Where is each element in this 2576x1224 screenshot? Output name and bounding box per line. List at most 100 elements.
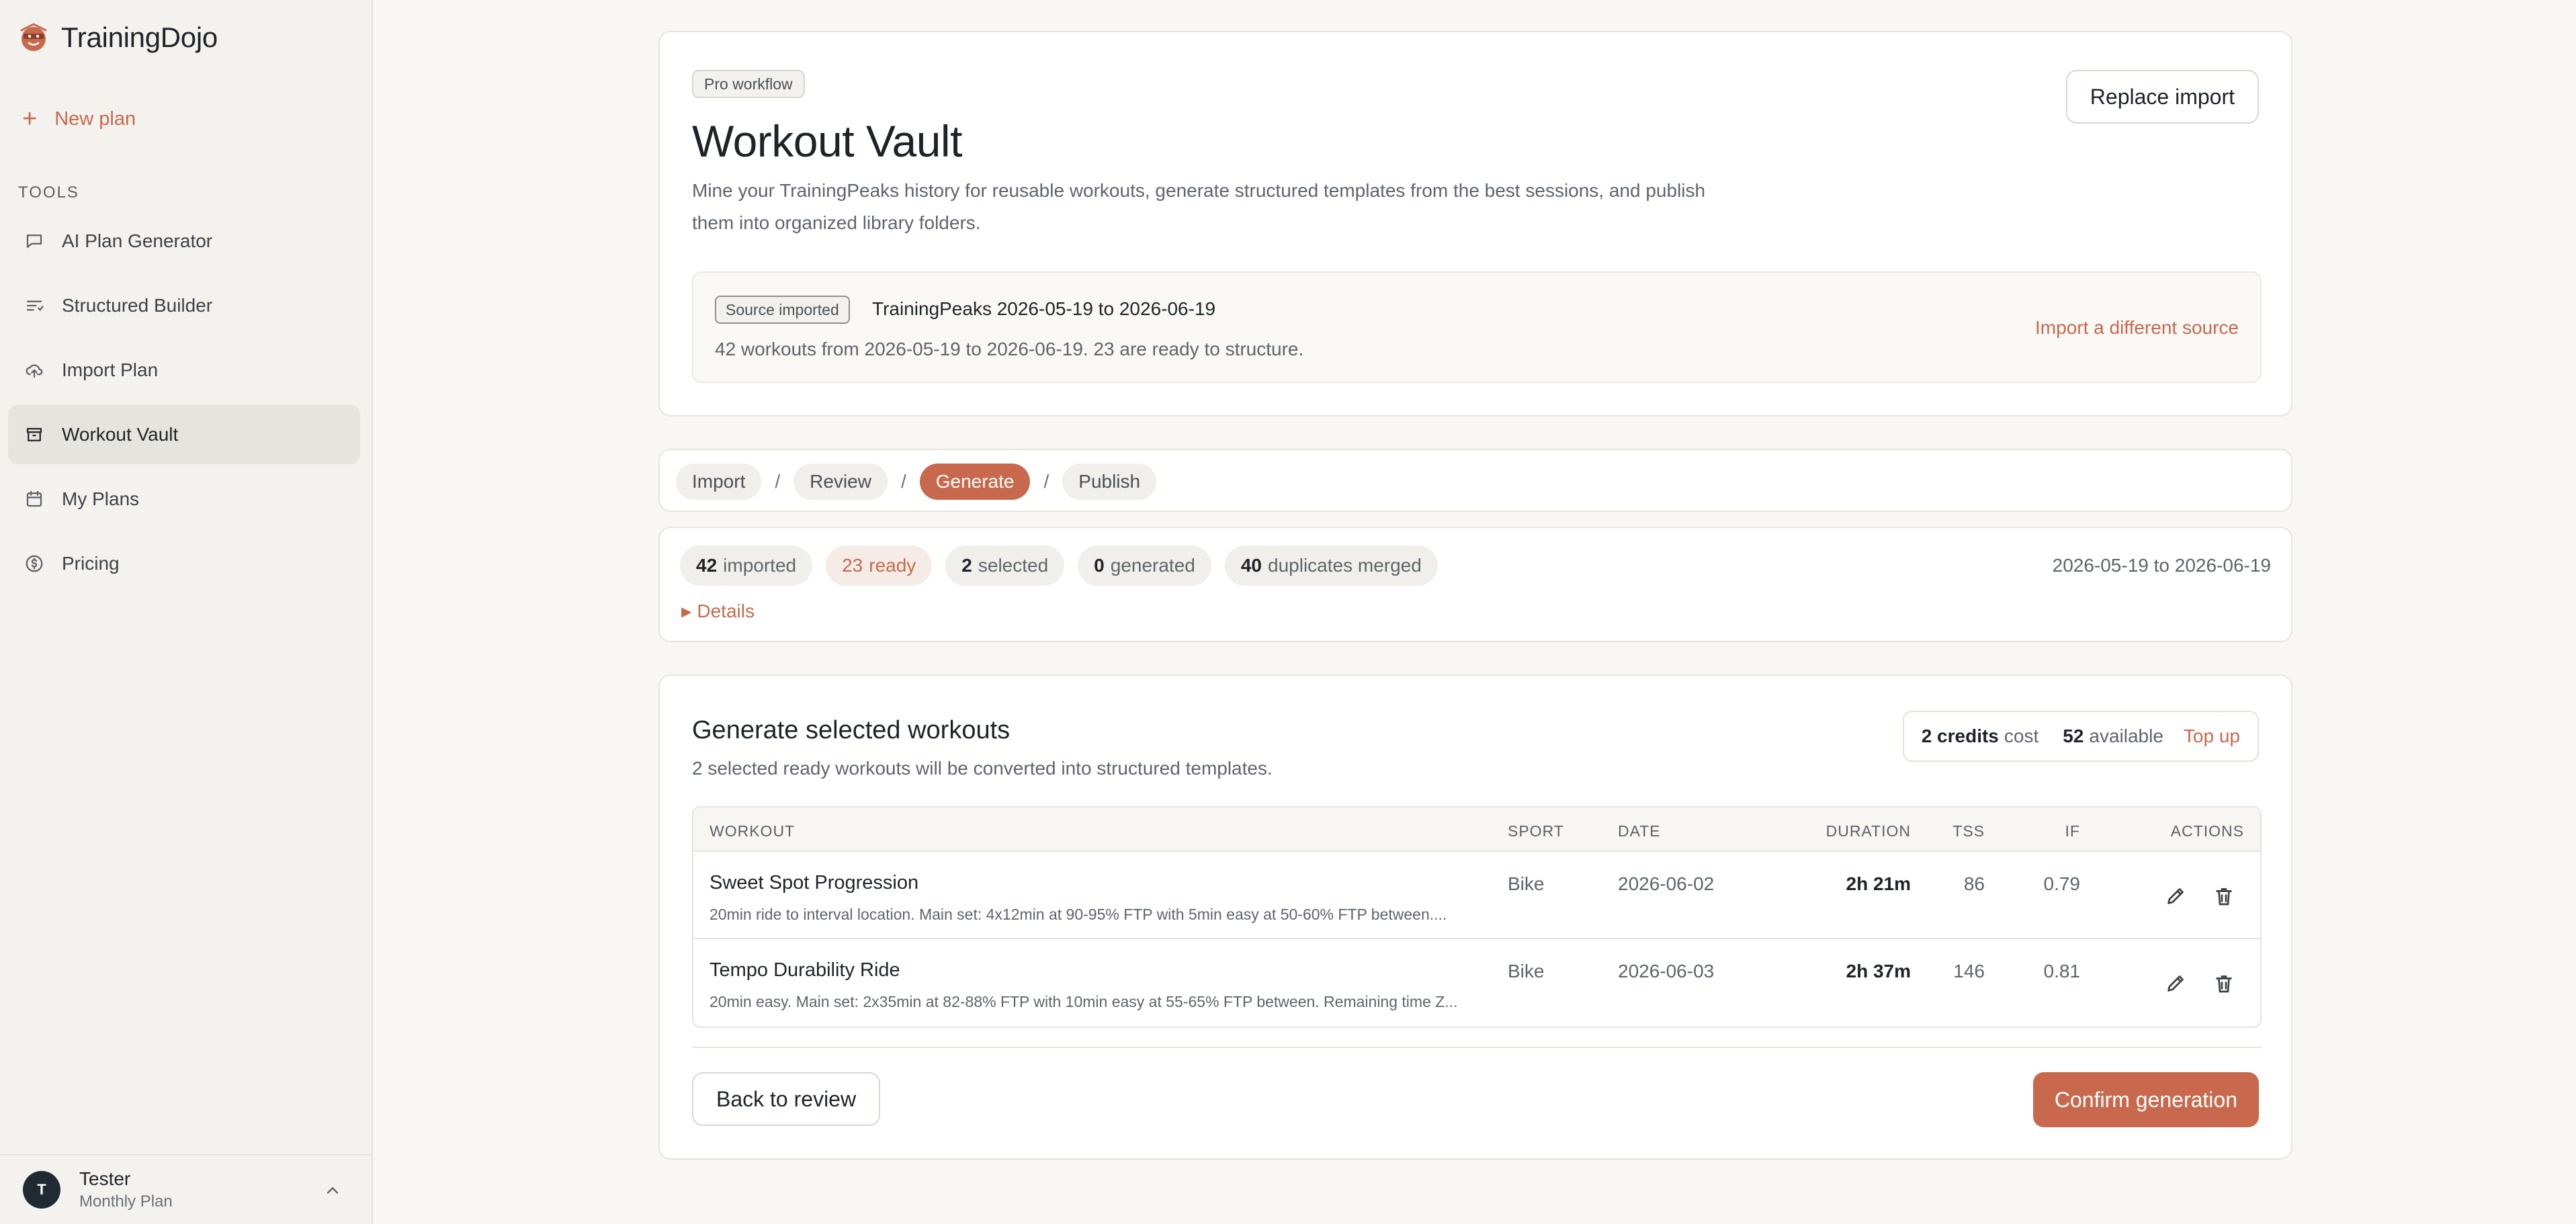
workout-duration: 2h 21m <box>1846 873 1912 894</box>
vault-header-card: Pro workflow Workout Vault Mine your Tra… <box>658 31 2292 417</box>
credits-available-label: available <box>2089 726 2163 746</box>
step-publish[interactable]: Publish <box>1062 464 1157 500</box>
table-row: Tempo Durability Ride 20min easy. Main s… <box>693 939 2260 1026</box>
credits-available-value: 52 <box>2063 726 2084 746</box>
stat-count: 42 <box>696 555 718 576</box>
workout-if: 0.79 <box>2043 873 2081 894</box>
stat-label: generated <box>1110 555 1195 576</box>
column-duration: DURATION <box>1826 822 1911 840</box>
sidebar-item-label: Import Plan <box>62 359 159 380</box>
table-row: Sweet Spot Progression 20min ride to int… <box>693 852 2260 939</box>
step-separator: / <box>900 471 906 492</box>
new-plan-label: New plan <box>54 107 136 130</box>
column-tss: TSS <box>1952 822 1985 840</box>
workout-if: 0.81 <box>2043 961 2081 981</box>
top-up-link[interactable]: Top up <box>2184 726 2240 747</box>
column-if: IF <box>2065 822 2080 840</box>
new-plan-button[interactable]: + New plan <box>22 106 136 132</box>
tools-section-label: TOOLS <box>18 183 79 202</box>
column-sport: SPORT <box>1508 822 1564 840</box>
generate-card: Generate selected workouts 2 selected re… <box>658 674 2292 1160</box>
calendar-icon <box>26 490 42 507</box>
sidebar-item-structured-builder[interactable]: Structured Builder <box>8 276 360 335</box>
step-import[interactable]: Import <box>676 464 762 500</box>
stat-count: 23 <box>842 555 863 576</box>
sidebar: TrainingDojo + New plan TOOLS AI Plan Ge… <box>0 0 373 1224</box>
user-plan: Monthly Plan <box>79 1192 173 1211</box>
stat-ready: 23 ready <box>826 545 933 586</box>
dojo-logo-icon <box>20 23 47 51</box>
sidebar-item-ai-plan-generator[interactable]: AI Plan Generator <box>8 212 360 271</box>
step-separator: / <box>1043 471 1049 492</box>
workout-name: Sweet Spot Progression <box>710 872 919 893</box>
column-actions: ACTIONS <box>2170 822 2244 840</box>
trash-icon[interactable] <box>2212 884 2236 908</box>
stat-generated: 0 generated <box>1078 545 1211 586</box>
brand[interactable]: TrainingDojo <box>18 21 218 54</box>
workout-duration: 2h 37m <box>1846 961 1912 981</box>
sidebar-item-label: My Plans <box>62 488 140 509</box>
workouts-table: WORKOUT SPORT DATE DURATION TSS IF ACTIO… <box>692 806 2262 1028</box>
sidebar-item-pricing[interactable]: Pricing <box>8 534 360 593</box>
stat-label: ready <box>869 555 916 576</box>
stat-count: 2 <box>961 555 972 576</box>
sidebar-item-workout-vault[interactable]: Workout Vault <box>8 405 360 464</box>
stat-count: 0 <box>1094 555 1105 576</box>
source-panel: Source imported TrainingPeaks 2026-05-19… <box>692 271 2262 383</box>
import-different-source-link[interactable]: Import a different source <box>2035 317 2239 339</box>
credits-cost-label: cost <box>2004 726 2039 746</box>
cloud-upload-icon <box>26 364 43 378</box>
pro-workflow-badge: Pro workflow <box>692 70 805 98</box>
sidebar-item-import-plan[interactable]: Import Plan <box>8 341 360 400</box>
generate-title: Generate selected workouts <box>692 716 1011 744</box>
archive-icon <box>26 428 42 441</box>
pencil-icon[interactable] <box>2163 971 2188 996</box>
credits-panel: 2 credits cost 52 available Top up <box>1902 711 2259 762</box>
details-toggle[interactable]: ▶ Details <box>681 601 755 622</box>
avatar: T <box>23 1171 60 1209</box>
confirm-generation-button[interactable]: Confirm generation <box>2032 1072 2259 1127</box>
trash-icon[interactable] <box>2212 971 2236 996</box>
sidebar-item-label: Workout Vault <box>62 424 179 445</box>
stats-card: 42 imported 23 ready 2 selected 0 generated … <box>658 527 2292 642</box>
step-review[interactable]: Review <box>793 464 888 500</box>
stat-label: imported <box>723 555 797 576</box>
user-info: Tester Monthly Plan <box>79 1168 173 1211</box>
user-menu[interactable]: T Tester Monthly Plan <box>0 1154 372 1224</box>
triangle-right-icon: ▶ <box>681 604 692 619</box>
table-header: WORKOUT SPORT DATE DURATION TSS IF ACTIO… <box>693 807 2260 852</box>
stat-imported: 42 imported <box>680 545 813 586</box>
pencil-icon[interactable] <box>2163 884 2188 908</box>
workout-tss: 86 <box>1963 873 1985 894</box>
generate-subtitle: 2 selected ready workouts will be conver… <box>692 758 1273 779</box>
workflow-steps-card: Import / Review / Generate / Publish <box>658 449 2292 512</box>
stat-label: selected <box>978 555 1049 576</box>
workout-sport: Bike <box>1508 961 1545 981</box>
workout-date: 2026-06-03 <box>1618 961 1715 981</box>
brand-name: TrainingDojo <box>61 21 218 53</box>
divider <box>692 1047 2262 1048</box>
stat-selected: 2 selected <box>945 545 1065 586</box>
dollar-icon <box>26 555 43 572</box>
date-range: 2026-05-19 to 2026-06-19 <box>2052 555 2271 576</box>
step-generate[interactable]: Generate <box>919 464 1031 500</box>
plus-icon: + <box>22 105 38 133</box>
sidebar-item-label: Pricing <box>62 553 120 574</box>
chevron-up-icon[interactable] <box>323 1181 342 1200</box>
workout-name: Tempo Durability Ride <box>710 959 900 981</box>
sidebar-item-label: Structured Builder <box>62 295 213 316</box>
sidebar-nav: AI Plan Generator Structured Builder Imp… <box>8 212 360 599</box>
stat-duplicates: 40 duplicates merged <box>1224 545 1438 586</box>
details-label: Details <box>697 601 755 621</box>
column-date: DATE <box>1618 822 1661 840</box>
sidebar-item-my-plans[interactable]: My Plans <box>8 470 360 529</box>
back-to-review-button[interactable]: Back to review <box>692 1072 881 1126</box>
workout-date: 2026-06-02 <box>1618 873 1715 894</box>
stat-count: 40 <box>1240 555 1262 576</box>
page-description: Mine your TrainingPeaks history for reus… <box>692 180 1706 233</box>
workout-description: 20min easy. Main set: 2x35min at 82-88% … <box>710 993 1458 1010</box>
workout-description: 20min ride to interval location. Main se… <box>710 906 1447 923</box>
sidebar-item-label: AI Plan Generator <box>62 230 213 251</box>
replace-import-button[interactable]: Replace import <box>2065 70 2259 124</box>
source-summary: 42 workouts from 2026-05-19 to 2026-06-1… <box>715 339 1304 359</box>
